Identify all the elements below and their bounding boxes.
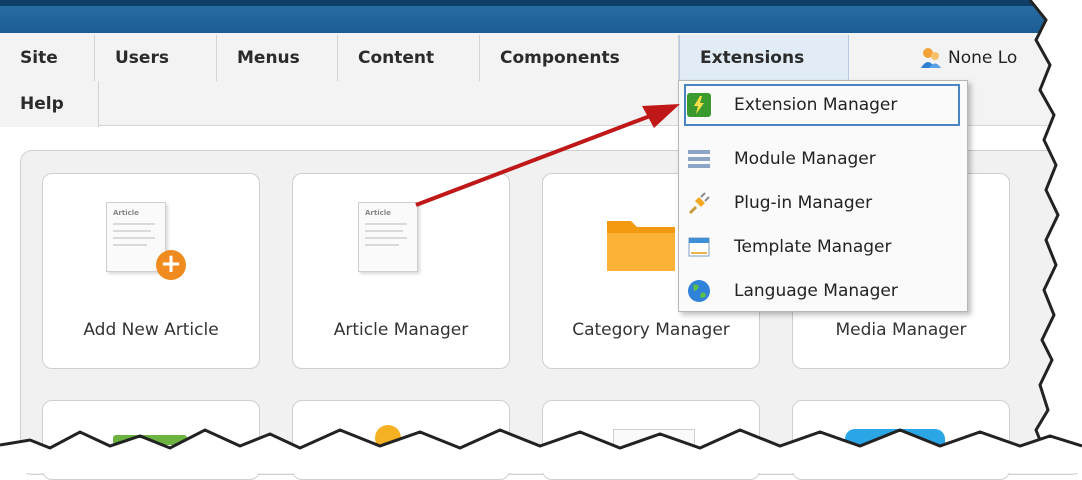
card-row2[interactable] — [42, 400, 260, 480]
header-edge — [0, 0, 1082, 6]
user-status-text: None Lo — [948, 48, 1018, 68]
menu-help[interactable]: Help — [0, 81, 99, 127]
doc-line — [365, 237, 407, 239]
green-bar-icon — [113, 435, 187, 445]
doc-line — [365, 223, 407, 225]
dropdown-item-label: Language Manager — [734, 281, 898, 301]
menu-row-1: Site Users Menus Content Components Exte… — [0, 35, 849, 81]
folder-icon — [607, 221, 675, 271]
card-row2[interactable] — [542, 400, 760, 480]
menu-extensions[interactable]: Extensions — [679, 35, 849, 81]
admin-header-bar — [0, 0, 1082, 33]
user-status[interactable]: None Lo — [920, 35, 1017, 81]
doc-title: Article — [113, 209, 139, 217]
card-row2[interactable] — [792, 400, 1010, 480]
card-label: Media Manager — [835, 320, 967, 340]
orange-circle-icon — [375, 425, 401, 451]
doc-line — [113, 223, 155, 225]
menu-menus[interactable]: Menus — [217, 35, 338, 81]
template-manager-icon — [688, 237, 710, 257]
menu-template-manager[interactable]: Template Manager — [679, 225, 967, 269]
doc-line — [113, 230, 151, 232]
blue-chat-icon — [845, 429, 945, 469]
dropdown-item-label: Module Manager — [734, 149, 876, 169]
gray-box-icon — [613, 429, 695, 461]
card-add-new-article[interactable]: Article + Add New Article — [42, 173, 260, 369]
menu-row-2: Help — [0, 81, 99, 127]
menu-plugin-manager[interactable]: Plug-in Manager — [679, 181, 967, 225]
dropdown-item-label: Plug-in Manager — [734, 193, 873, 213]
doc-line — [113, 237, 155, 239]
card-label: Article Manager — [333, 320, 469, 340]
doc-line — [365, 244, 399, 246]
language-manager-icon — [688, 280, 710, 302]
add-plus-icon: + — [156, 250, 186, 280]
doc-line — [113, 244, 147, 246]
menu-components[interactable]: Components — [480, 35, 679, 81]
card-label: Category Manager — [572, 320, 730, 340]
user-icon — [920, 47, 942, 69]
menu-site[interactable]: Site — [0, 35, 95, 81]
module-manager-icon — [688, 150, 710, 168]
menu-language-manager[interactable]: Language Manager — [679, 269, 967, 313]
doc-line — [365, 230, 403, 232]
menu-content[interactable]: Content — [338, 35, 480, 81]
menu-users[interactable]: Users — [95, 35, 217, 81]
plugin-manager-icon — [688, 192, 710, 215]
menu-module-manager[interactable]: Module Manager — [679, 137, 967, 181]
card-article-manager[interactable]: Article Article Manager — [292, 173, 510, 369]
card-label: Add New Article — [83, 320, 219, 340]
doc-title: Article — [365, 209, 391, 217]
dropdown-item-label: Template Manager — [734, 237, 892, 257]
card-row2[interactable] — [292, 400, 510, 480]
selection-focus-box — [684, 84, 960, 126]
article-doc-icon: Article — [358, 202, 418, 272]
